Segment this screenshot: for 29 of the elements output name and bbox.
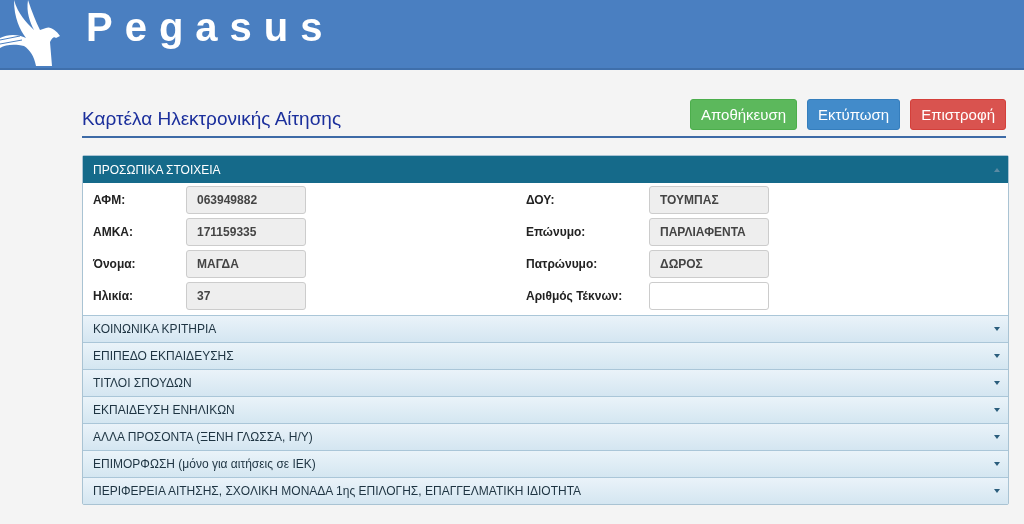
caret-down-icon xyxy=(994,489,1000,493)
section-header[interactable]: ΤΙΤΛΟΙ ΣΠΟΥΔΩΝ xyxy=(83,369,1008,396)
caret-down-icon xyxy=(994,408,1000,412)
field-label: Επώνυμο: xyxy=(526,225,587,239)
caret-up-icon xyxy=(994,167,1000,172)
action-button[interactable]: Επιστροφή xyxy=(910,98,1006,130)
caret-down-icon xyxy=(994,381,1000,385)
field-label: Αριθμός Τέκνων: xyxy=(526,289,624,303)
section-header[interactable]: ΠΕΡΙΦΕΡΕΙΑ ΑΙΤΗΣΗΣ, ΣΧΟΛΙΚΗ ΜΟΝΑΔΑ 1ης ΕΠΙΛΟΓΗΣ, ΕΠΑΓΓΕΛΜΑΤΙΚΗ ΙΔΙΟΤΗΤΑ xyxy=(83,477,1008,504)
field-label: Ηλικία: xyxy=(93,289,135,303)
section-header[interactable]: ΑΛΛΑ ΠΡΟΣΟΝΤΑ (ΞΕΝΗ ΓΛΩΣΣΑ, Η/Υ) xyxy=(83,423,1008,450)
caret-down-icon xyxy=(994,435,1000,439)
field-label: Όνομα: xyxy=(93,257,137,271)
section-header[interactable]: ΕΚΠΑΙΔΕΥΣΗ ΕΝΗΛΙΚΩΝ xyxy=(83,396,1008,423)
page-title: Καρτέλα Ηλεκτρονικής Αίτησης xyxy=(82,108,342,130)
field-label: ΔΟΥ: xyxy=(526,193,556,207)
caret-down-icon xyxy=(994,462,1000,466)
field-label: ΑΜΚΑ: xyxy=(93,225,134,239)
caret-down-icon xyxy=(994,327,1000,331)
field-label: Πατρώνυμο: xyxy=(526,257,599,271)
section-header[interactable]: ΕΠΙΜΟΡΦΩΣΗ (μόνο για αιτήσεις σε ΙΕΚ) xyxy=(83,450,1008,477)
section-header[interactable]: ΕΠΙΠΕΔΟ ΕΚΠΑΙΔΕΥΣΗΣ xyxy=(83,342,1008,369)
section-header[interactable]: ΚΟΙΝΩΝΙΚΑ ΚΡΙΤΗΡΙΑ xyxy=(83,315,1008,342)
input-field[interactable] xyxy=(649,282,769,310)
field-label: ΑΦΜ: xyxy=(93,193,127,207)
brand-title: Pegasus xyxy=(86,4,335,50)
caret-down-icon xyxy=(994,354,1000,358)
action-button[interactable]: Εκτύπωση xyxy=(807,98,901,130)
section-header[interactable]: ΠΡΟΣΩΠΙΚΑ ΣΤΟΙΧΕΙΑ xyxy=(83,156,1008,183)
